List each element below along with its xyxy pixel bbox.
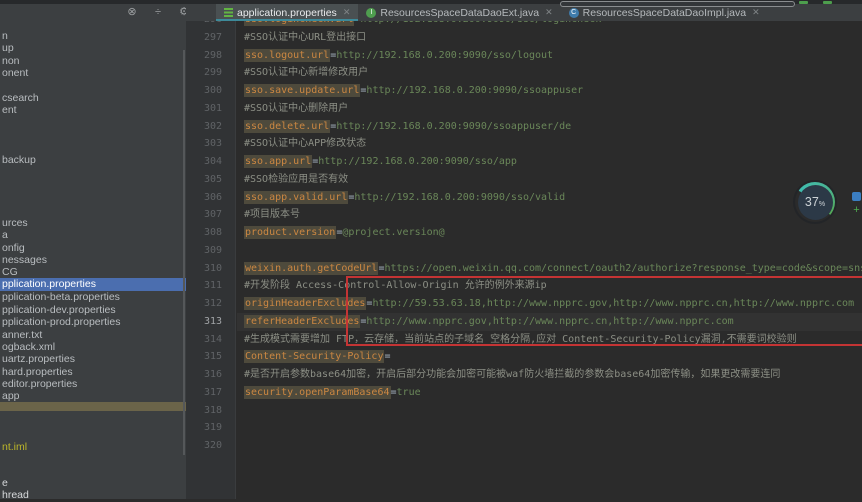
line-number: 304 [186, 153, 236, 171]
code-line: sso.save.update.url=http://192.168.0.200… [237, 82, 862, 100]
tree-item-selected-application-properties[interactable]: pplication.properties [0, 278, 186, 291]
code-line: #SSO认证中心新增修改用户 [237, 64, 862, 82]
tab-label: ResourcesSpaceDataDaoImpl.java [583, 7, 746, 19]
line-number: 307 [186, 206, 236, 224]
line-number: 309 [186, 242, 236, 260]
tree-item[interactable]: uartz.properties [2, 353, 184, 366]
code-line: security.openParamBase64=true [237, 384, 862, 402]
properties-file-icon [224, 8, 233, 17]
line-number-current: 313 [186, 313, 236, 331]
code-line [237, 402, 862, 420]
tree-item[interactable]: up [2, 42, 184, 55]
code-line: #SSO认证中心删除用户 [237, 100, 862, 118]
ide-window: 296 297 298 299 300 301 302 303 304 305 … [0, 0, 862, 499]
tree-item-highlight-bar [0, 402, 186, 411]
line-number: 312 [186, 295, 236, 313]
interface-icon: I [366, 8, 376, 18]
line-number: 297 [186, 29, 236, 47]
code-line: originHeaderExcludes=http://59.53.63.18,… [237, 295, 862, 313]
close-icon[interactable]: ✕ [752, 7, 760, 18]
tab-resources-space-data-dao-ext[interactable]: I ResourcesSpaceDataDaoExt.java ✕ [358, 4, 560, 21]
line-number: 299 [186, 64, 236, 82]
tree-item-iml[interactable]: nt.iml [2, 441, 184, 454]
line-number: 300 [186, 82, 236, 100]
code-line: sso.app.valid.url=http://192.168.0.200:9… [237, 189, 862, 207]
titlebar-fragment [0, 0, 862, 4]
close-circle-icon[interactable]: ⊗ [124, 5, 140, 20]
titlebar-green-dot-icon [799, 1, 808, 4]
percent-symbol: % [819, 201, 825, 208]
code-line: #开发阶段 Access-Control-Allow-Origin 允许的例外来… [237, 277, 862, 295]
line-number: 301 [186, 100, 236, 118]
tree-item[interactable]: backup [2, 154, 184, 167]
line-numbers: 296 297 298 299 300 301 302 303 304 305 … [186, 11, 236, 455]
code-line-current: referHeaderExcludes=http://www.npprc.gov… [237, 313, 862, 331]
divide-collapse-icon[interactable]: ÷ [150, 5, 166, 20]
progress-circle-widget[interactable]: 37 % [795, 182, 835, 222]
line-number: 319 [186, 419, 236, 437]
progress-circle-face: 37 % [798, 185, 833, 220]
line-number: 320 [186, 437, 236, 455]
editor-gutter: 296 297 298 299 300 301 302 303 304 305 … [186, 0, 236, 499]
line-number: 316 [186, 366, 236, 384]
code-line: #SSO检验应用是否有效 [237, 171, 862, 189]
line-number: 302 [186, 118, 236, 136]
tree-item[interactable]: a [2, 229, 184, 242]
line-number: 317 [186, 384, 236, 402]
class-icon: C [569, 8, 579, 18]
tab-label: application.properties [237, 7, 337, 19]
line-number: 314 [186, 331, 236, 349]
code-line: Content-Security-Policy= [237, 348, 862, 366]
tab-label: ResourcesSpaceDataDaoExt.java [380, 7, 539, 19]
project-tree-panel: ⊗ ÷ ⚙ — n up non onent csearch ent backu… [0, 0, 186, 499]
code-line [237, 437, 862, 455]
line-number: 306 [186, 189, 236, 207]
panel-scrollbar[interactable] [183, 50, 185, 455]
project-panel-header: ⊗ ÷ ⚙ — [0, 4, 186, 21]
line-number: 303 [186, 135, 236, 153]
tree-item[interactable]: pplication-prod.properties [2, 316, 184, 329]
close-icon[interactable]: ✕ [545, 7, 553, 18]
line-number: 315 [186, 348, 236, 366]
tab-application-properties[interactable]: application.properties ✕ [216, 4, 358, 21]
overlay-plus-icon[interactable]: + [851, 204, 862, 216]
overlay-blue-dot-icon[interactable] [852, 192, 861, 201]
titlebar-green-dot-icon [823, 1, 832, 4]
code-line: product.version=@project.version@ [237, 224, 862, 242]
code-line [237, 419, 862, 437]
editor-pane[interactable]: 296 297 298 299 300 301 302 303 304 305 … [186, 0, 862, 499]
line-number: 318 [186, 402, 236, 420]
line-number: 298 [186, 47, 236, 65]
progress-percent-value: 37 [805, 195, 819, 209]
line-number: 311 [186, 277, 236, 295]
code-line: #项目版本号 [237, 206, 862, 224]
code-line: sso.logout.url=http://192.168.0.200:9090… [237, 47, 862, 65]
line-number: 308 [186, 224, 236, 242]
active-tab-underline [216, 19, 358, 21]
code-line: sso.app.url=http://192.168.0.200:9090/ss… [237, 153, 862, 171]
code-line [237, 242, 862, 260]
code-line: #SSO认证中心APP修改状态 [237, 135, 862, 153]
code-line: sso.delete.url=http://192.168.0.200:9090… [237, 118, 862, 136]
code-line: #是否开启参数base64加密，开启后部分功能会加密可能被waf防火墙拦截的参数… [237, 366, 862, 384]
tree-item[interactable]: pplication-beta.properties [2, 291, 184, 304]
code-area[interactable]: sso.logincheck.url=http://192.168.0.200:… [237, 11, 862, 455]
close-icon[interactable]: ✕ [343, 7, 351, 18]
code-line: #SSO认证中心URL登出接口 [237, 29, 862, 47]
tree-item[interactable]: hread [2, 489, 184, 502]
titlebar-searchbox-fragment [560, 1, 795, 7]
code-line: weixin.auth.getCodeUrl=https://open.weix… [237, 260, 862, 278]
line-number: 310 [186, 260, 236, 278]
tree-item[interactable]: onent [2, 67, 184, 80]
line-number: 305 [186, 171, 236, 189]
tree-item[interactable]: ent [2, 104, 184, 117]
code-line: #生成模式需要增加 FTP，云存储，当前站点的子域名 空格分隔,应对 Conte… [237, 331, 862, 349]
